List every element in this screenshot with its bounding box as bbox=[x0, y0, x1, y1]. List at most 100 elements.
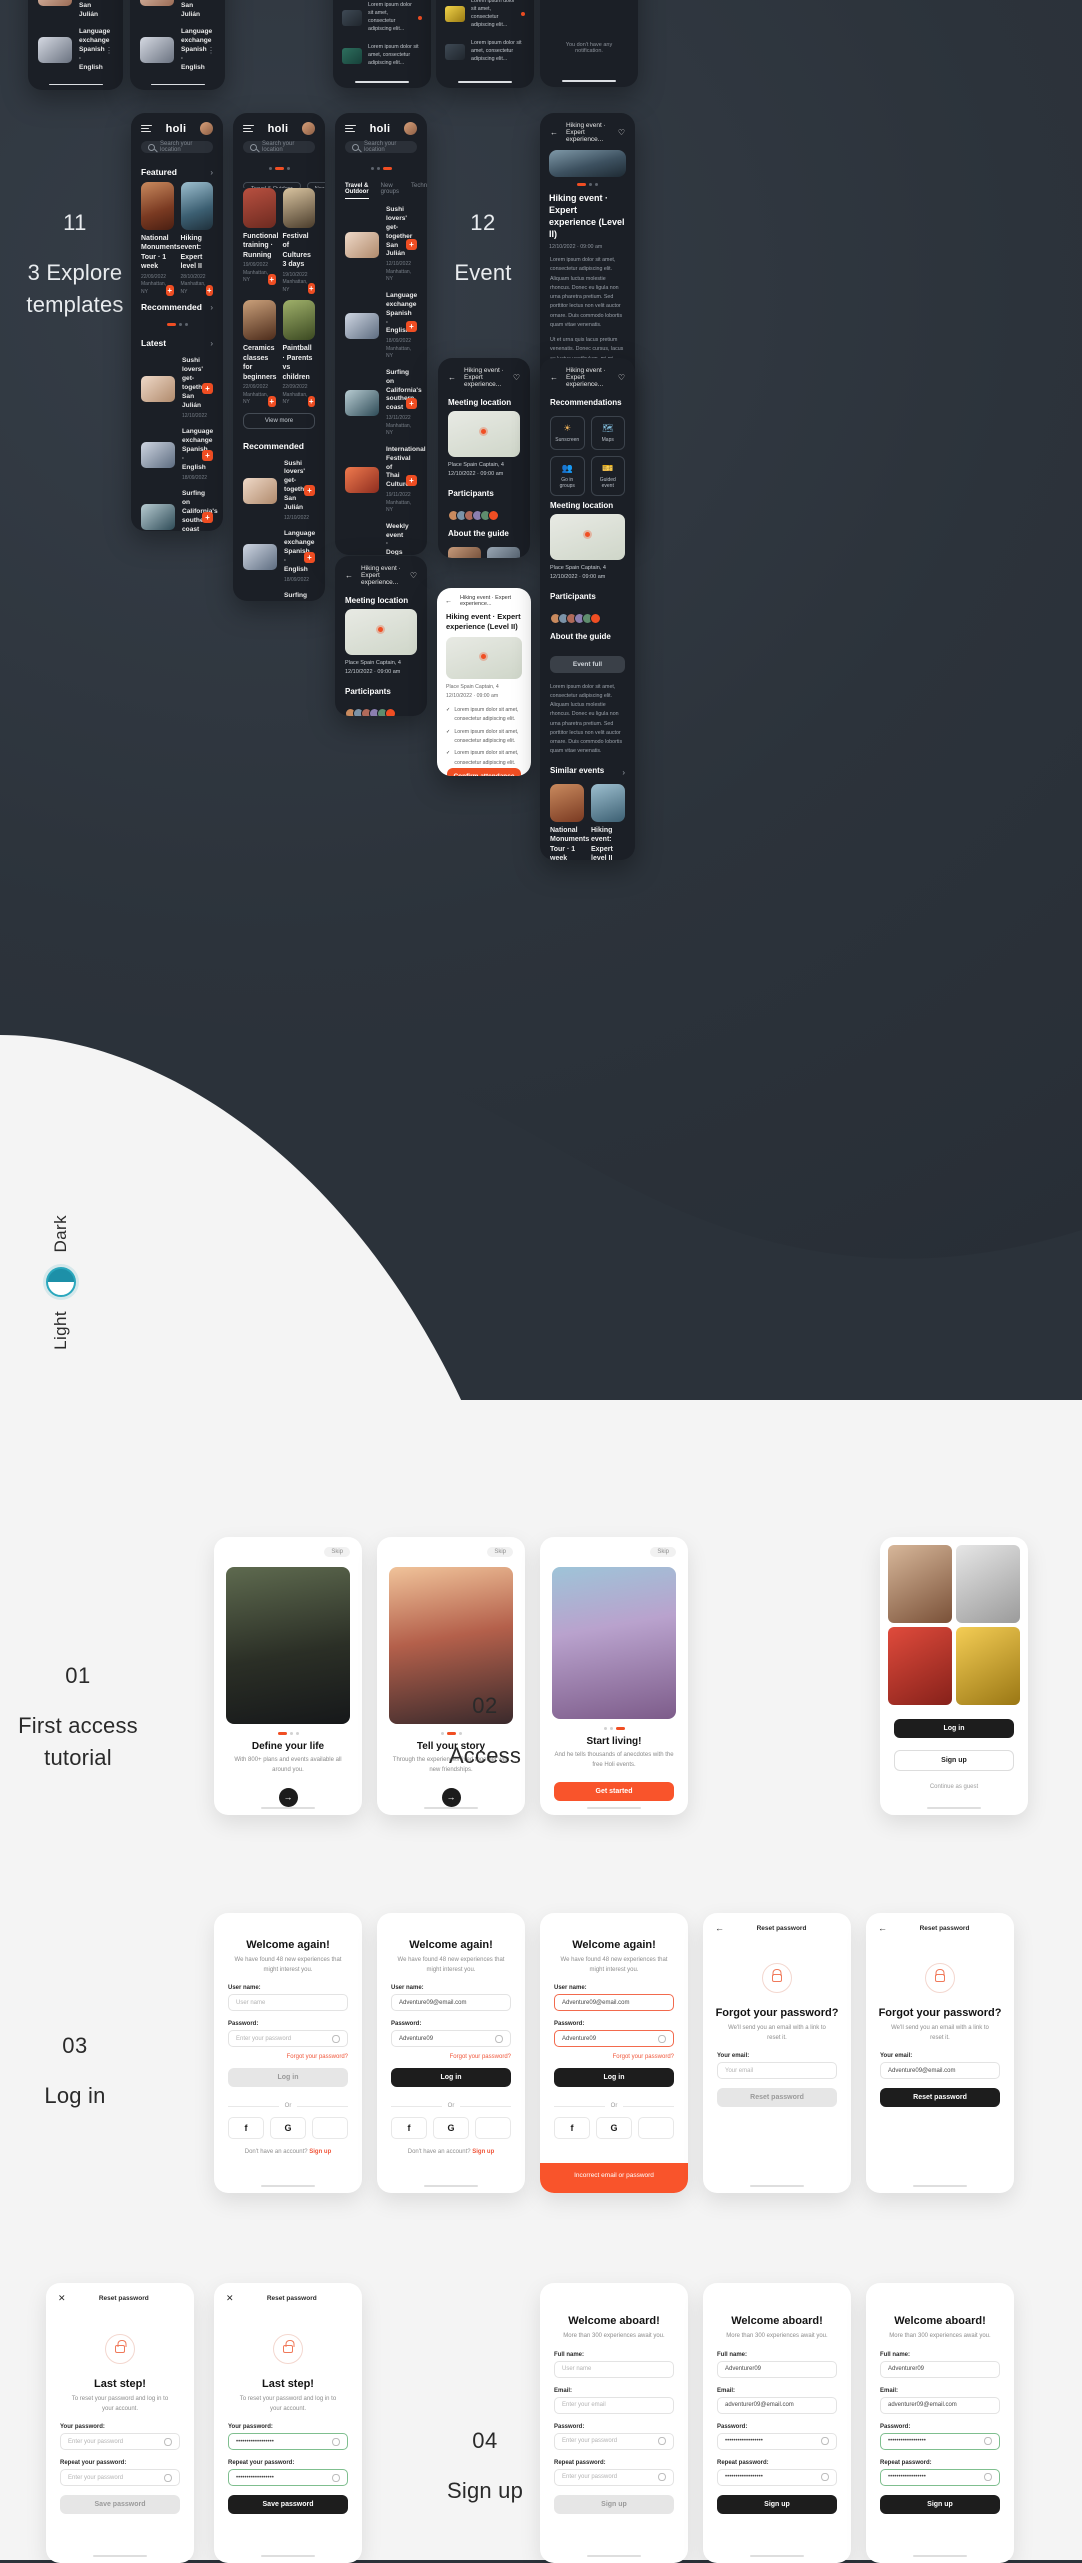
event-card[interactable]: Hiking event: Expert level II 28/10/2022… bbox=[181, 182, 214, 296]
more-icon[interactable]: ⋮ bbox=[207, 46, 215, 55]
signup-submit-button[interactable]: Sign up bbox=[717, 2495, 837, 2514]
map[interactable] bbox=[448, 411, 520, 457]
repeat-password-input[interactable]: •••••••••••••••••• bbox=[228, 2469, 348, 2486]
event-card[interactable]: Festival of Cultures 3 days 19/10/2022Ma… bbox=[283, 188, 316, 294]
phone-login-empty[interactable]: Welcome again! We have found 48 new expe… bbox=[214, 1913, 362, 2193]
list-item[interactable]: Language exchange Spanish · English ⋮ bbox=[130, 24, 225, 76]
avatar[interactable] bbox=[200, 122, 213, 135]
arrow-left-icon[interactable]: ← bbox=[878, 1923, 887, 1933]
phone-access[interactable]: Log in Sign up Continue as guest bbox=[880, 1537, 1028, 1815]
eye-icon[interactable] bbox=[332, 2035, 340, 2043]
forgot-password-link[interactable]: Forgot your password? bbox=[228, 2054, 348, 2060]
apple-icon[interactable] bbox=[475, 2117, 511, 2139]
phone-event-confirm-modal[interactable]: ← Hiking event · Expert experience... Hi… bbox=[437, 588, 531, 776]
username-input[interactable]: Adventure09@email.com bbox=[554, 1994, 674, 2011]
phone-reset-filled[interactable]: ← Reset password Forgot your password? W… bbox=[866, 1913, 1014, 2193]
add-event-button[interactable]: + bbox=[304, 485, 315, 496]
eye-icon[interactable] bbox=[164, 2474, 172, 2482]
view-more-button[interactable]: View more bbox=[243, 413, 315, 429]
bookmark-icon[interactable]: ♡ bbox=[513, 373, 520, 382]
phone-signup-filled-a[interactable]: Welcome aboard! More than 300 experience… bbox=[703, 2283, 851, 2563]
chevron-right-icon[interactable]: › bbox=[622, 768, 625, 777]
search-input[interactable]: Search your location bbox=[141, 141, 213, 153]
recommendation-groups[interactable]: 👥 Go in groups bbox=[550, 456, 585, 496]
phone-tutorial-1[interactable]: Skip Define your life With 800+ plans an… bbox=[214, 1537, 362, 1815]
menu-icon[interactable] bbox=[243, 125, 254, 133]
list-item[interactable]: Weekly event · Dogs on the beachSaturday… bbox=[335, 519, 427, 555]
social-login-row[interactable]: f G bbox=[228, 2117, 348, 2139]
recommendation-guided[interactable]: 🎫 Guided event bbox=[591, 456, 626, 496]
eye-icon[interactable] bbox=[984, 2473, 992, 2481]
carousel-dots[interactable] bbox=[131, 317, 223, 332]
add-event-button[interactable]: + bbox=[308, 283, 315, 294]
theme-toggle-knob[interactable] bbox=[46, 1267, 76, 1297]
add-event-button[interactable]: + bbox=[268, 396, 275, 407]
phone-explore-c[interactable]: holi Search your location XII Internatio… bbox=[335, 113, 427, 555]
phone-explore-b[interactable]: holi Search your location XII Internatio… bbox=[233, 113, 325, 601]
email-input[interactable]: Your email bbox=[717, 2062, 837, 2079]
add-event-button[interactable]: + bbox=[206, 285, 213, 296]
continue-as-guest-link[interactable]: Continue as guest bbox=[880, 1784, 1028, 1790]
notification-row[interactable]: Lorem ipsum dolor sit amet, consectetur … bbox=[333, 39, 431, 73]
tab-technology[interactable]: Technolo... bbox=[411, 183, 427, 199]
email-input[interactable]: adventurer09@email.com bbox=[880, 2397, 1000, 2414]
arrow-left-icon[interactable]: ← bbox=[448, 373, 456, 382]
add-event-button[interactable]: + bbox=[202, 450, 213, 461]
repeat-password-input[interactable]: Enter your password bbox=[60, 2469, 180, 2486]
add-event-button[interactable]: + bbox=[268, 274, 275, 285]
close-icon[interactable]: ✕ bbox=[58, 2293, 66, 2304]
avatar[interactable] bbox=[302, 122, 315, 135]
eye-icon[interactable] bbox=[332, 2438, 340, 2446]
eye-icon[interactable] bbox=[984, 2437, 992, 2445]
menu-icon[interactable] bbox=[345, 125, 356, 133]
list-item[interactable]: Language exchange Spanish · English 18/0… bbox=[131, 424, 223, 486]
email-input[interactable]: Enter your email bbox=[554, 2397, 674, 2414]
carousel-dots[interactable] bbox=[540, 1719, 688, 1734]
phone-explore-detail[interactable]: ← Hiking event · Expert experience... ♡ … bbox=[335, 556, 427, 716]
skip-button[interactable]: Skip bbox=[650, 1547, 676, 1557]
event-card[interactable]: National Monuments Tour · 1 week 22/09/2… bbox=[141, 182, 174, 296]
email-input[interactable]: adventurer09@email.com bbox=[717, 2397, 837, 2414]
social-login-row[interactable]: f G bbox=[554, 2117, 674, 2139]
more-icon[interactable]: ⋮ bbox=[105, 46, 113, 55]
fullname-input[interactable]: Adventurer09 bbox=[880, 2361, 1000, 2378]
list-item[interactable]: International Festival of Thai Culture19… bbox=[335, 442, 427, 519]
map[interactable] bbox=[550, 514, 625, 560]
add-event-button[interactable]: + bbox=[202, 383, 213, 394]
signup-button[interactable]: Sign up bbox=[894, 1750, 1014, 1771]
bookmark-icon[interactable]: ♡ bbox=[410, 571, 417, 580]
phone-laststep-empty[interactable]: ✕ Reset password Last step! To reset you… bbox=[46, 2283, 194, 2563]
password-input[interactable]: Enter your password bbox=[554, 2433, 674, 2450]
recommendation-maps[interactable]: 🗺 Maps bbox=[591, 416, 626, 450]
password-input[interactable]: Enter your password bbox=[228, 2030, 348, 2047]
list-item[interactable]: Sushi lovers' get-together San Julián12/… bbox=[335, 202, 427, 288]
facebook-icon[interactable]: f bbox=[228, 2117, 264, 2139]
list-item[interactable]: Sushi lovers' get-together San Julián ⋮ bbox=[130, 0, 225, 24]
arrow-left-icon[interactable]: ← bbox=[550, 128, 558, 137]
add-event-button[interactable]: + bbox=[304, 552, 315, 563]
password-input[interactable]: Adventure09 bbox=[554, 2030, 674, 2047]
arrow-left-icon[interactable]: ← bbox=[445, 598, 452, 605]
google-icon[interactable]: G bbox=[270, 2117, 306, 2139]
tab-new-groups[interactable]: New groups bbox=[381, 183, 399, 199]
carousel-dots[interactable] bbox=[335, 161, 427, 176]
add-event-button[interactable]: + bbox=[406, 475, 417, 486]
add-event-button[interactable]: + bbox=[406, 321, 417, 332]
bookmark-icon[interactable]: ♡ bbox=[618, 373, 625, 382]
list-item[interactable]: Language exchange Spanish · English ⋮ bbox=[28, 24, 123, 76]
tab-bar[interactable]: Travel & Outdoor New groups Technolo... bbox=[335, 176, 427, 199]
phone-event-meeting[interactable]: ← Hiking event · Expert experience... ♡ … bbox=[438, 358, 530, 558]
event-card[interactable]: Ceramics classes for beginners 22/09/202… bbox=[243, 300, 276, 406]
password-input[interactable]: •••••••••••••••••• bbox=[717, 2433, 837, 2450]
eye-icon[interactable] bbox=[821, 2473, 829, 2481]
repeat-password-input[interactable]: Enter your password bbox=[554, 2469, 674, 2486]
eye-icon[interactable] bbox=[821, 2437, 829, 2445]
forgot-password-link[interactable]: Forgot your password? bbox=[391, 2054, 511, 2060]
list-item[interactable]: Sushi lovers' get-together San Julián12/… bbox=[233, 456, 325, 527]
arrow-left-icon[interactable]: ← bbox=[715, 1923, 724, 1933]
close-icon[interactable]: ✕ bbox=[226, 2293, 234, 2304]
search-input[interactable]: Search your location bbox=[243, 141, 315, 153]
chevron-right-icon[interactable]: › bbox=[210, 303, 213, 312]
add-event-button[interactable]: + bbox=[406, 398, 417, 409]
notification-row[interactable]: Lorem ipsum dolor sit amet, consectetur … bbox=[436, 0, 534, 35]
